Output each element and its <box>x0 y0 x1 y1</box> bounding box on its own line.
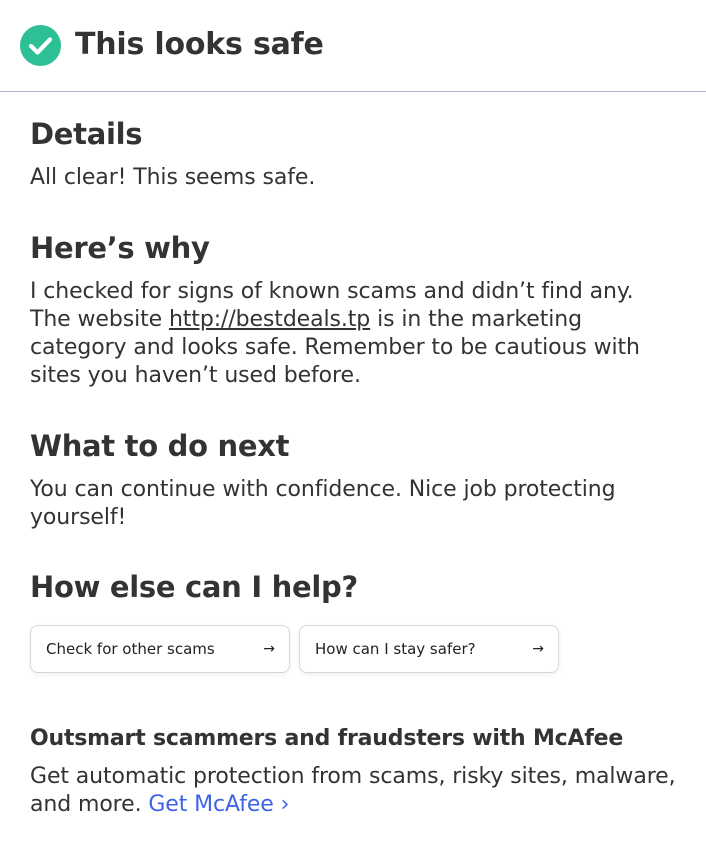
result-title: This looks safe <box>75 27 324 62</box>
next-text: You can continue with confidence. Nice j… <box>30 477 616 530</box>
check-other-scams-button[interactable]: Check for other scams → <box>30 625 290 673</box>
why-text: I checked for signs of known scams and d… <box>30 278 680 390</box>
chip-label: How can I stay safer? <box>315 640 476 658</box>
promo-heading: Outsmart scammers and fraudsters with Mc… <box>30 726 624 751</box>
promo-body: Get automatic protection from scams, ris… <box>30 764 676 817</box>
get-mcafee-link[interactable]: Get McAfee › <box>148 792 289 817</box>
stay-safer-button[interactable]: How can I stay safer? → <box>299 625 559 673</box>
next-heading: What to do next <box>30 429 290 463</box>
check-circle-icon <box>20 25 61 66</box>
details-heading: Details <box>30 117 143 151</box>
result-header: This looks safe <box>0 0 706 92</box>
why-heading: Here’s why <box>30 231 210 265</box>
arrow-right-icon: → <box>263 641 275 657</box>
chip-label: Check for other scams <box>46 640 215 658</box>
website-link[interactable]: http://bestdeals.tp <box>169 307 370 332</box>
arrow-right-icon: → <box>532 641 544 657</box>
help-heading: How else can I help? <box>30 570 358 604</box>
details-text: All clear! This seems safe. <box>30 165 316 190</box>
promo-text: Get automatic protection from scams, ris… <box>30 763 680 819</box>
